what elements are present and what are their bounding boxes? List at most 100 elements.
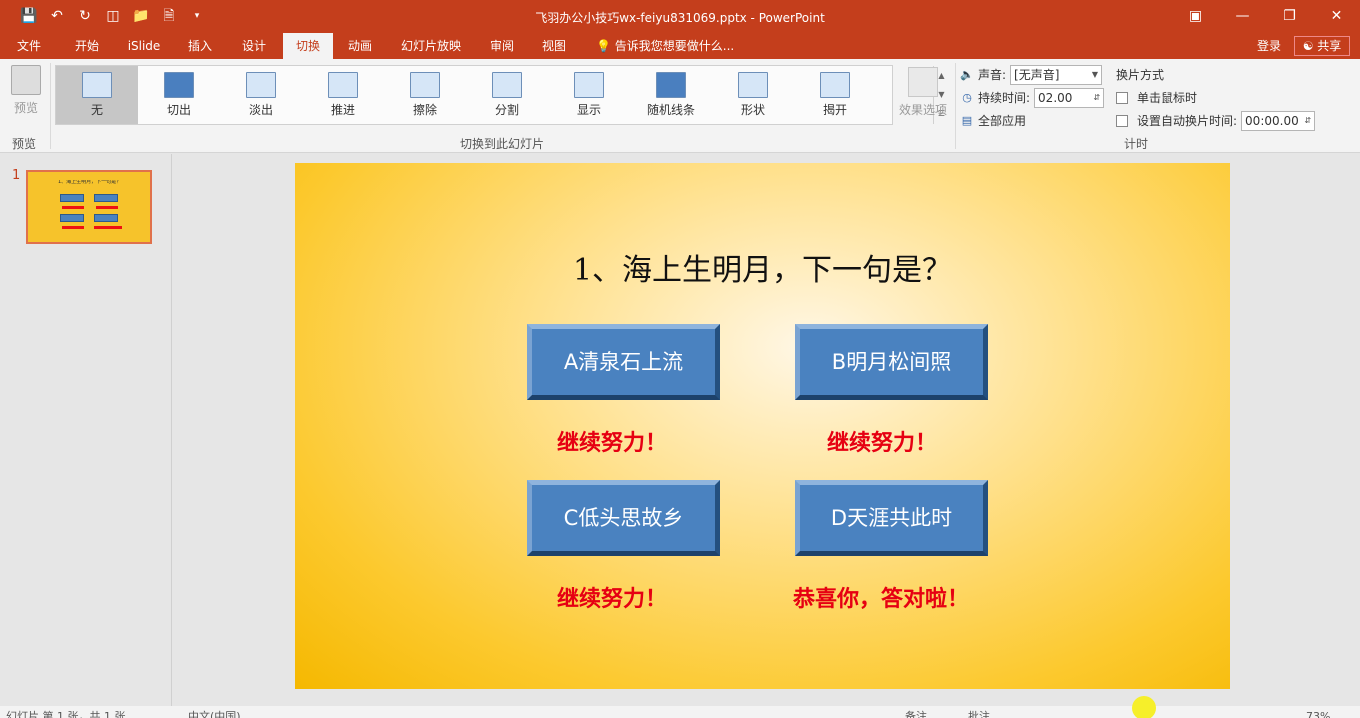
lightbulb-icon: 💡: [596, 39, 611, 53]
after-time-value: 00:00.00: [1245, 113, 1299, 128]
advance-slide-title: 换片方式: [1116, 68, 1165, 82]
transition-wipe[interactable]: 擦除: [384, 66, 466, 124]
transition-random-bars[interactable]: 随机线条: [630, 66, 712, 124]
title-bar: 💾 ↶ ↻ ◫ 📁 🗎 ▾ 飞羽办公小技巧wx-feiyu831069.pptx…: [0, 0, 1360, 33]
ribbon-display-icon[interactable]: ▣: [1172, 0, 1219, 33]
spinner-arrows-icon: ⇵: [1304, 115, 1312, 125]
mouse-cursor-highlight: [1132, 696, 1156, 718]
after-checkbox[interactable]: [1116, 114, 1128, 127]
status-bar: 幻灯片 第 1 张，共 1 张 中文(中国) 备注 批注 73%: [0, 706, 1360, 718]
transition-shape[interactable]: 形状: [712, 66, 794, 124]
thumbnail-result: [94, 226, 122, 229]
on-click-label: 单击鼠标时: [1137, 91, 1198, 105]
transition-gallery: 无 切出 淡出 推进 擦除 分割 显示 随机线条 形状 揭开 ▲ ▼ ☰: [55, 65, 945, 125]
apply-all-button[interactable]: 全部应用: [978, 112, 1026, 129]
after-time-spinner[interactable]: 00:00.00 ⇵: [1241, 110, 1316, 131]
sound-dropdown[interactable]: [无声音] ▼: [1010, 64, 1103, 85]
chevron-down-icon: ▼: [1091, 69, 1099, 79]
transition-label: 擦除: [412, 103, 437, 117]
transition-cut[interactable]: 切出: [138, 66, 220, 124]
apply-all-row[interactable]: ▤ 全部应用: [960, 109, 1110, 132]
group-label-transitions: 切换到此幻灯片: [460, 137, 545, 151]
thumbnail-title: 1、海上生明月，下一句是？: [58, 180, 122, 185]
transition-wipe-icon: [410, 72, 440, 98]
ribbon-divider: [50, 63, 51, 149]
slide-canvas[interactable]: 1、海上生明月，下一句是？ A清泉石上流 B明月松间照 继续努力！ 继续努力！ …: [295, 163, 1230, 689]
answer-b-result: 继续努力！: [827, 431, 938, 456]
tab-file[interactable]: 文件: [0, 33, 58, 59]
group-label-preview: 预览: [12, 137, 37, 151]
transition-split[interactable]: 分割: [466, 66, 548, 124]
share-button[interactable]: ☯ 共享: [1294, 36, 1350, 56]
transition-reveal[interactable]: 显示: [548, 66, 630, 124]
tab-transitions[interactable]: 切换: [283, 33, 333, 59]
preview-label: 预览: [13, 101, 38, 115]
tell-me-text: 告诉我您想要做什么...: [614, 39, 735, 53]
transition-label: 无: [90, 103, 103, 117]
language-indicator[interactable]: 中文(中国): [188, 706, 241, 718]
slide-thumbnail[interactable]: 1、海上生明月，下一句是？: [26, 170, 152, 244]
window-controls: ▣ — ❐ ✕: [1172, 0, 1360, 33]
tab-design[interactable]: 设计: [230, 33, 278, 59]
answer-d-button[interactable]: D天涯共此时: [795, 480, 988, 556]
share-label: 共享: [1317, 39, 1342, 53]
tab-islide[interactable]: iSlide: [118, 33, 170, 59]
transition-push[interactable]: 推进: [302, 66, 384, 124]
tab-animations[interactable]: 动画: [336, 33, 384, 59]
thumbnail-button: [94, 194, 118, 202]
tab-view[interactable]: 视图: [530, 33, 578, 59]
transition-label: 随机线条: [646, 103, 695, 117]
transition-label: 分割: [494, 103, 519, 117]
answer-a-result: 继续努力！: [557, 431, 668, 456]
minimize-icon[interactable]: —: [1219, 0, 1266, 33]
thumbnail-button: [60, 194, 84, 202]
preview-button[interactable]: 预览: [6, 65, 46, 125]
sound-label: 声音:: [978, 68, 1007, 82]
login-link[interactable]: 登录: [1257, 33, 1281, 59]
transition-uncover-icon: [820, 72, 850, 98]
thumbnail-button: [60, 214, 84, 222]
answer-c-result: 继续努力！: [557, 587, 668, 612]
on-click-checkbox[interactable]: [1116, 91, 1128, 104]
transition-fade[interactable]: 淡出: [220, 66, 302, 124]
transition-none[interactable]: 无: [56, 66, 138, 124]
duration-spinner[interactable]: 02.00 ⇵: [1034, 87, 1105, 108]
close-icon[interactable]: ✕: [1313, 0, 1360, 33]
answer-b-button[interactable]: B明月松间照: [795, 324, 988, 400]
transition-shape-icon: [738, 72, 768, 98]
comments-button[interactable]: 批注: [968, 706, 990, 718]
ribbon-divider: [955, 63, 956, 149]
answer-d-result: 恭喜你，答对啦！: [793, 587, 970, 612]
effect-options-label: 效果选项: [898, 103, 947, 117]
duration-value: 02.00: [1038, 90, 1073, 105]
clock-icon: ◷: [962, 90, 972, 104]
answer-a-button[interactable]: A清泉石上流: [527, 324, 720, 400]
tab-review[interactable]: 审阅: [478, 33, 526, 59]
spinner-arrows-icon: ⇵: [1093, 92, 1101, 102]
effect-options-button[interactable]: 效果选项: [895, 65, 951, 125]
tell-me-search[interactable]: 💡 告诉我您想要做什么...: [596, 33, 734, 59]
answer-c-button[interactable]: C低头思故乡: [527, 480, 720, 556]
tab-slideshow[interactable]: 幻灯片放映: [390, 33, 472, 59]
window-title: 飞羽办公小技巧wx-feiyu831069.pptx - PowerPoint: [535, 11, 825, 25]
transition-label: 形状: [740, 103, 765, 117]
zoom-level[interactable]: 73%: [1306, 706, 1330, 718]
on-click-row[interactable]: 单击鼠标时: [1116, 86, 1356, 109]
transition-split-icon: [492, 72, 522, 98]
duration-row: ◷ 持续时间: 02.00 ⇵: [960, 86, 1110, 109]
restore-icon[interactable]: ❐: [1266, 0, 1313, 33]
apply-all-icon: ▤: [961, 113, 973, 127]
transition-fade-icon: [246, 72, 276, 98]
notes-button[interactable]: 备注: [905, 706, 927, 718]
transition-none-icon: [82, 72, 112, 98]
tab-home[interactable]: 开始: [62, 33, 112, 59]
transition-reveal-icon: [574, 72, 604, 98]
transition-label: 淡出: [248, 103, 273, 117]
slide-number: 1: [12, 168, 21, 183]
tab-insert[interactable]: 插入: [176, 33, 224, 59]
duration-label: 持续时间:: [978, 91, 1031, 105]
effect-options-icon: [908, 67, 938, 97]
transition-label: 切出: [166, 103, 191, 117]
transition-uncover[interactable]: 揭开: [794, 66, 876, 124]
timing-panel-left: 🔈 声音: [无声音] ▼ ◷ 持续时间: 02.00 ⇵ ▤ 全部应用: [960, 63, 1110, 132]
